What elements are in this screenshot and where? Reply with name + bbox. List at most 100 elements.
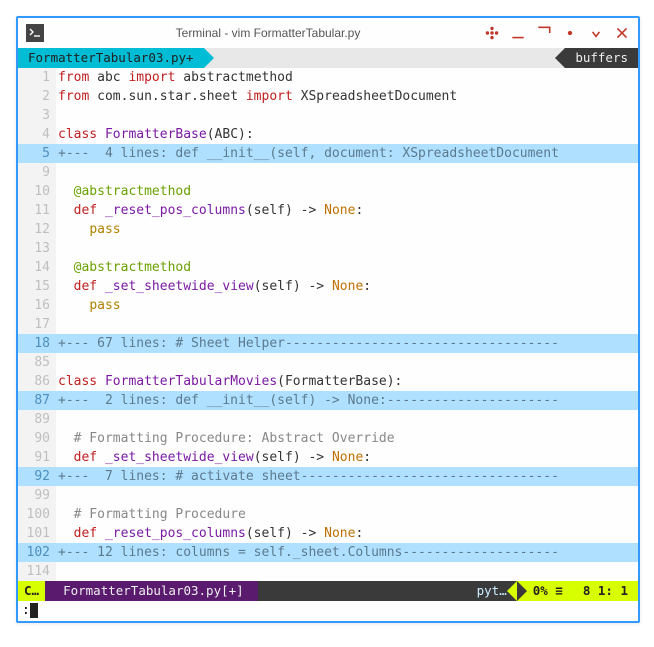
- window-title: Terminal - vim FormatterTabular.py: [52, 26, 484, 40]
- line-content: pass: [56, 296, 638, 315]
- line-number: 10: [18, 182, 56, 201]
- line-content: # Formatting Procedure: [56, 505, 638, 524]
- line-number: 3: [18, 106, 56, 125]
- fold-line[interactable]: 5+--- 4 lines: def __init__(self, docume…: [18, 144, 638, 163]
- code-line[interactable]: 16 pass: [18, 296, 638, 315]
- buffers-label[interactable]: buffers: [565, 48, 638, 68]
- line-content: [56, 239, 638, 258]
- line-content: from com.sun.star.sheet import XSpreadsh…: [56, 87, 638, 106]
- editor-area[interactable]: 1from abc import abstractmethod2from com…: [18, 68, 638, 581]
- code-line[interactable]: 90 # Formatting Procedure: Abstract Over…: [18, 429, 638, 448]
- code-line[interactable]: 10 @abstractmethod: [18, 182, 638, 201]
- line-number: 2: [18, 87, 56, 106]
- line-number: 102: [18, 543, 56, 562]
- line-content: from abc import abstractmethod: [56, 68, 638, 87]
- code-line[interactable]: 14 @abstractmethod: [18, 258, 638, 277]
- code-line[interactable]: 89: [18, 410, 638, 429]
- terminal-window: Terminal - vim FormatterTabular.py Forma…: [16, 16, 640, 623]
- line-number: 92: [18, 467, 56, 486]
- minimize-icon[interactable]: [510, 25, 526, 41]
- code-line[interactable]: 3: [18, 106, 638, 125]
- line-number: 101: [18, 524, 56, 543]
- code-line[interactable]: 4class FormatterBase(ABC):: [18, 125, 638, 144]
- line-number: 90: [18, 429, 56, 448]
- line-content: +--- 12 lines: columns = self._sheet.Col…: [56, 543, 638, 562]
- line-number: 85: [18, 353, 56, 372]
- line-number: 9: [18, 163, 56, 182]
- line-content: +--- 4 lines: def __init__(self, documen…: [56, 144, 638, 163]
- code-line[interactable]: 13: [18, 239, 638, 258]
- line-number: 89: [18, 410, 56, 429]
- line-content: class FormatterBase(ABC):: [56, 125, 638, 144]
- window-controls: [484, 25, 630, 41]
- fold-line[interactable]: 102+--- 12 lines: columns = self._sheet.…: [18, 543, 638, 562]
- line-number: 1: [18, 68, 56, 87]
- code-line[interactable]: 86class FormatterTabularMovies(Formatter…: [18, 372, 638, 391]
- maximize-icon[interactable]: [536, 25, 552, 41]
- active-buffer-tab[interactable]: FormatterTabular03.py+: [18, 48, 204, 68]
- close-icon[interactable]: [614, 25, 630, 41]
- code-line[interactable]: 1from abc import abstractmethod: [18, 68, 638, 87]
- tabbar-spacer: [204, 48, 566, 68]
- code-line[interactable]: 9: [18, 163, 638, 182]
- line-content: [56, 106, 638, 125]
- line-content: @abstractmethod: [56, 258, 638, 277]
- line-content: +--- 7 lines: # activate sheet----------…: [56, 467, 638, 486]
- line-content: [56, 315, 638, 334]
- line-number: 4: [18, 125, 56, 144]
- line-number: 99: [18, 486, 56, 505]
- status-mode: C…: [18, 581, 45, 601]
- fold-line[interactable]: 92+--- 7 lines: # activate sheet--------…: [18, 467, 638, 486]
- code-line[interactable]: 15 def _set_sheetwide_view(self) -> None…: [18, 277, 638, 296]
- code-line[interactable]: 11 def _reset_pos_columns(self) -> None:: [18, 201, 638, 220]
- line-number: 14: [18, 258, 56, 277]
- statusbar: C… FormatterTabular03.py[+] pyt… 0% ≡ 8 …: [18, 581, 638, 601]
- fold-line[interactable]: 87+--- 2 lines: def __init__(self) -> No…: [18, 391, 638, 410]
- command-line[interactable]: :: [18, 601, 638, 621]
- line-content: def _reset_pos_columns(self) -> None:: [56, 201, 638, 220]
- status-spacer: [258, 581, 463, 601]
- line-number: 100: [18, 505, 56, 524]
- line-number: 12: [18, 220, 56, 239]
- buffer-tabbar: FormatterTabular03.py+ buffers: [18, 48, 638, 68]
- code-line[interactable]: 2from com.sun.star.sheet import XSpreads…: [18, 87, 638, 106]
- line-content: [56, 562, 638, 581]
- line-content: [56, 353, 638, 372]
- titlebar: Terminal - vim FormatterTabular.py: [18, 18, 638, 48]
- code-line[interactable]: 101 def _reset_pos_columns(self) -> None…: [18, 524, 638, 543]
- code-line[interactable]: 114: [18, 562, 638, 581]
- line-content: [56, 410, 638, 429]
- line-number: 17: [18, 315, 56, 334]
- code-line[interactable]: 99: [18, 486, 638, 505]
- line-number: 5: [18, 144, 56, 163]
- line-number: 86: [18, 372, 56, 391]
- line-content: def _reset_pos_columns(self) -> None:: [56, 524, 638, 543]
- line-number: 11: [18, 201, 56, 220]
- status-filename: FormatterTabular03.py[+]: [45, 581, 258, 601]
- command-prompt: :: [22, 601, 30, 621]
- window-dot-icon[interactable]: [562, 25, 578, 41]
- line-content: def _set_sheetwide_view(self) -> None:: [56, 448, 638, 467]
- line-number: 18: [18, 334, 56, 353]
- window-down-icon[interactable]: [588, 25, 604, 41]
- window-keep-above-icon[interactable]: [484, 25, 500, 41]
- line-content: [56, 486, 638, 505]
- line-number: 114: [18, 562, 56, 581]
- terminal-app-icon: [26, 24, 44, 42]
- line-number: 87: [18, 391, 56, 410]
- line-content: @abstractmethod: [56, 182, 638, 201]
- line-number: 15: [18, 277, 56, 296]
- code-line[interactable]: 12 pass: [18, 220, 638, 239]
- code-line[interactable]: 17: [18, 315, 638, 334]
- fold-line[interactable]: 18+--- 67 lines: # Sheet Helper---------…: [18, 334, 638, 353]
- line-number: 13: [18, 239, 56, 258]
- status-position: 8 1: 1: [573, 581, 638, 601]
- code-line[interactable]: 100 # Formatting Procedure: [18, 505, 638, 524]
- line-number: 16: [18, 296, 56, 315]
- line-content: class FormatterTabularMovies(FormatterBa…: [56, 372, 638, 391]
- line-content: +--- 2 lines: def __init__(self) -> None…: [56, 391, 638, 410]
- line-number: 91: [18, 448, 56, 467]
- code-line[interactable]: 85: [18, 353, 638, 372]
- line-content: [56, 163, 638, 182]
- code-line[interactable]: 91 def _set_sheetwide_view(self) -> None…: [18, 448, 638, 467]
